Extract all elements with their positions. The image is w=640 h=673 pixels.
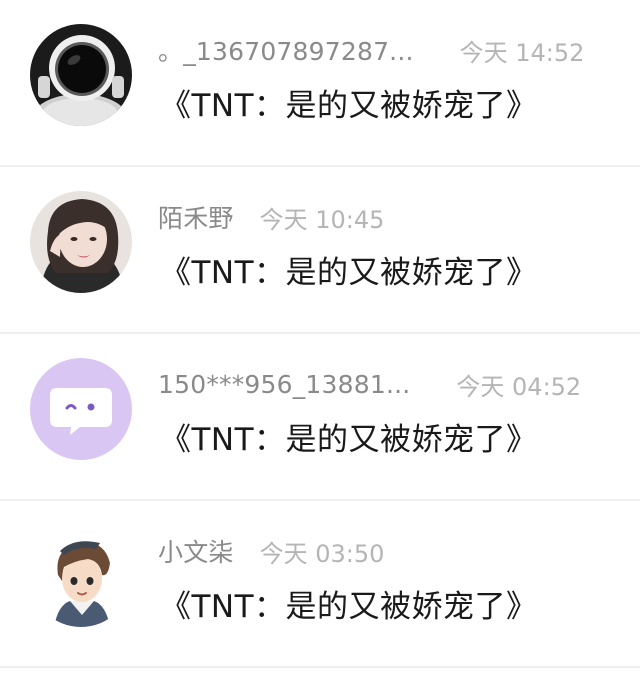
cartoon-boy-icon — [30, 525, 132, 627]
comment-text: 《TNT：是的又被娇宠了》 — [160, 589, 538, 625]
cartoon-boy-avatar[interactable] — [30, 525, 132, 627]
girl-photo-avatar[interactable] — [30, 191, 132, 293]
comment-item[interactable]: 小文柒 今天 03:50 《TNT：是的又被娇宠了》 — [0, 501, 640, 668]
username[interactable]: 小文柒 — [158, 533, 234, 569]
timestamp: 今天 03:50 — [259, 539, 385, 568]
comment-text: 《TNT：是的又被娇宠了》 — [160, 255, 538, 291]
comment-meta: 150***956_13881... 今天 04:52 — [158, 366, 581, 402]
timestamp: 今天 04:52 — [456, 372, 582, 401]
timestamp: 今天 14:52 — [459, 38, 585, 67]
comment-item[interactable]: 。_136707897287... 今天 14:52 《TNT：是的又被娇宠了》 — [0, 0, 640, 167]
comment-meta: 陌禾野 今天 10:45 — [158, 199, 384, 235]
comment-text: 《TNT：是的又被娇宠了》 — [160, 422, 538, 458]
divider — [0, 666, 640, 668]
username[interactable]: 。_136707897287... — [158, 32, 414, 68]
comment-text: 《TNT：是的又被娇宠了》 — [160, 88, 538, 124]
comment-list: 。_136707897287... 今天 14:52 《TNT：是的又被娇宠了》… — [0, 0, 640, 673]
comment-meta: 。_136707897287... 今天 14:52 — [158, 32, 584, 68]
username[interactable]: 150***956_13881... — [158, 370, 410, 399]
comment-item[interactable]: 陌禾野 今天 10:45 《TNT：是的又被娇宠了》 — [0, 167, 640, 334]
chat-bubble-icon — [30, 358, 132, 460]
default-chat-bubble-avatar[interactable] — [30, 358, 132, 460]
astronaut-icon — [30, 24, 132, 126]
comment-item[interactable]: 150***956_13881... 今天 04:52 《TNT：是的又被娇宠了… — [0, 334, 640, 501]
timestamp: 今天 10:45 — [259, 205, 385, 234]
astronaut-avatar[interactable] — [30, 24, 132, 126]
username[interactable]: 陌禾野 — [158, 199, 234, 235]
portrait-icon — [30, 191, 132, 293]
comment-meta: 小文柒 今天 03:50 — [158, 533, 384, 569]
